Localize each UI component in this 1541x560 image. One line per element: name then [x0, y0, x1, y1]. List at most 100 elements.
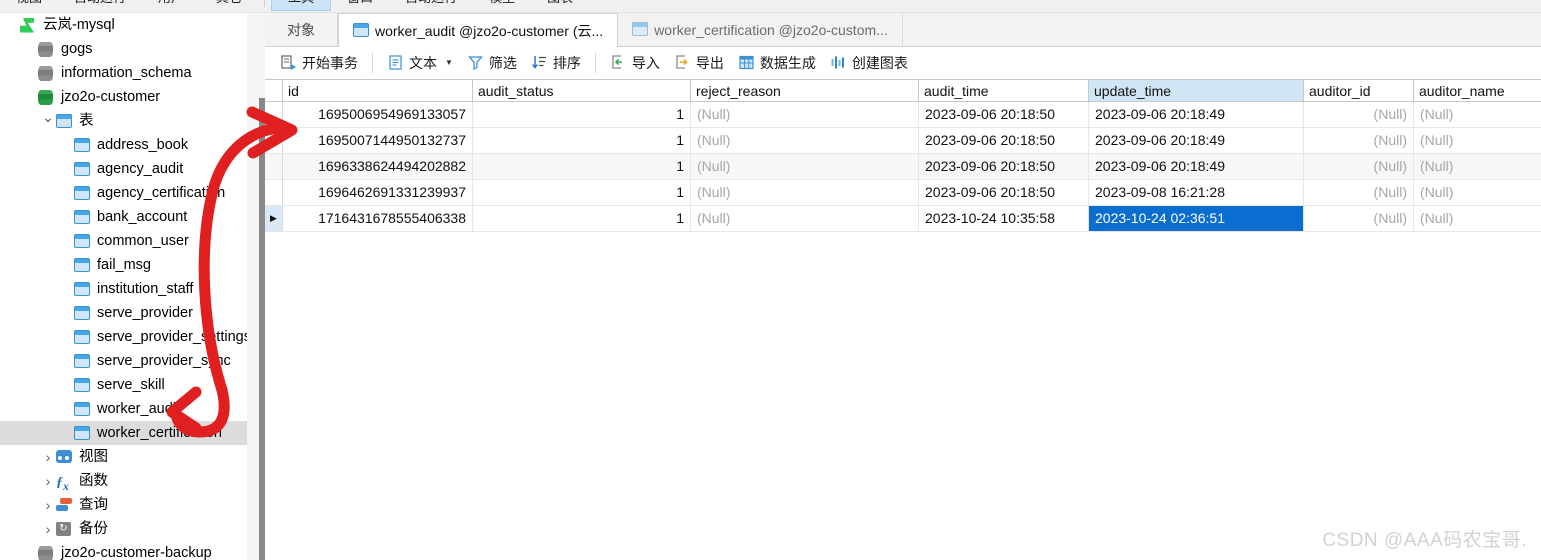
- menu-item-0[interactable]: 视图: [0, 0, 58, 12]
- row-marker[interactable]: [265, 180, 283, 205]
- cell-reject_reason[interactable]: (Null): [691, 128, 919, 153]
- row-marker[interactable]: [265, 154, 283, 179]
- menu-item-2[interactable]: 用户: [142, 0, 200, 12]
- tab-2[interactable]: worker_certification @jzo2o-custom...: [618, 13, 903, 46]
- tree-item-serve_provider_settings[interactable]: serve_provider_settings: [0, 325, 247, 349]
- tree-item-institution_staff[interactable]: institution_staff: [0, 277, 247, 301]
- cell-auditor_name[interactable]: (Null): [1414, 180, 1541, 205]
- cell-auditor_name[interactable]: (Null): [1414, 154, 1541, 179]
- tab-0[interactable]: 对象: [265, 13, 338, 46]
- cell-id[interactable]: 1716431678555406338: [283, 206, 473, 231]
- cell-auditor_id[interactable]: (Null): [1304, 180, 1414, 205]
- tree-item-jzo2o-customer[interactable]: jzo2o-customer: [0, 85, 247, 109]
- tree-item--mysql[interactable]: 云岚-mysql: [0, 13, 247, 37]
- tree-item-jzo2o-customer-backup[interactable]: jzo2o-customer-backup: [0, 541, 247, 560]
- cell-audit_time[interactable]: 2023-09-06 20:18:50: [919, 128, 1089, 153]
- column-header-audit_time[interactable]: audit_time: [919, 80, 1089, 101]
- toolbar-button-create-chart[interactable]: 创建图表: [823, 50, 915, 76]
- chevron-right-icon[interactable]: ›: [40, 474, 56, 488]
- cell-audit_status[interactable]: 1: [473, 128, 691, 153]
- tree-item-gogs[interactable]: gogs: [0, 37, 247, 61]
- toolbar-button-filter[interactable]: 筛选: [460, 50, 524, 76]
- cell-update_time[interactable]: 2023-10-24 02:36:51: [1089, 206, 1304, 231]
- cell-id[interactable]: 1695007144950132737: [283, 128, 473, 153]
- cell-audit_status[interactable]: 1: [473, 102, 691, 127]
- column-header-reject_reason[interactable]: reject_reason: [691, 80, 919, 101]
- tree-item-serve_provider[interactable]: serve_provider: [0, 301, 247, 325]
- cell-audit_time[interactable]: 2023-09-06 20:18:50: [919, 102, 1089, 127]
- row-marker[interactable]: [265, 128, 283, 153]
- cell-auditor_id[interactable]: (Null): [1304, 206, 1414, 231]
- tree-item-fail_msg[interactable]: fail_msg: [0, 253, 247, 277]
- cell-reject_reason[interactable]: (Null): [691, 102, 919, 127]
- cell-update_time[interactable]: 2023-09-08 16:21:28: [1089, 180, 1304, 205]
- cell-id[interactable]: 1696462691331239937: [283, 180, 473, 205]
- tree-item-[interactable]: ⌄ 表: [0, 109, 247, 133]
- data-grid[interactable]: id audit_status reject_reason audit_time upd…: [265, 79, 1541, 232]
- sidebar-scrollbar-track[interactable]: [253, 13, 265, 560]
- table-row[interactable]: 1696338624494202882 1 (Null) 2023-09-06 20:…: [265, 154, 1541, 180]
- cell-reject_reason[interactable]: (Null): [691, 154, 919, 179]
- toolbar-button-export[interactable]: 导出: [667, 50, 731, 76]
- chevron-down-icon[interactable]: ▼: [445, 58, 453, 67]
- cell-audit_status[interactable]: 1: [473, 154, 691, 179]
- cell-id[interactable]: 1696338624494202882: [283, 154, 473, 179]
- table-row[interactable]: 1695006954969133057 1 (Null) 2023-09-06 20:…: [265, 102, 1541, 128]
- column-header-auditor_name[interactable]: auditor_name: [1414, 80, 1541, 101]
- row-marker[interactable]: ▶: [265, 206, 283, 231]
- cell-audit_status[interactable]: 1: [473, 206, 691, 231]
- grid-toolbar[interactable]: 开始事务 文本 ▼ 筛选 排序 导入 导出 数据生成 创建图表: [265, 47, 1541, 79]
- cell-auditor_name[interactable]: (Null): [1414, 128, 1541, 153]
- cell-auditor_id[interactable]: (Null): [1304, 102, 1414, 127]
- toolbar-button-transaction[interactable]: 开始事务: [273, 50, 365, 76]
- tree-item-worker_audit[interactable]: worker_audit: [0, 397, 247, 421]
- cell-update_time[interactable]: 2023-09-06 20:18:49: [1089, 102, 1304, 127]
- menu-item-6[interactable]: 自动运行: [389, 0, 473, 12]
- tree-item-common_user[interactable]: common_user: [0, 229, 247, 253]
- tree-item-agency_certification[interactable]: agency_certification: [0, 181, 247, 205]
- menu-item-3[interactable]: 其它: [200, 0, 258, 12]
- tree-item-information_schema[interactable]: information_schema: [0, 61, 247, 85]
- toolbar-button-data-generate[interactable]: 数据生成: [731, 50, 823, 76]
- tree-item-[interactable]: › 视图: [0, 445, 247, 469]
- cell-auditor_id[interactable]: (Null): [1304, 128, 1414, 153]
- column-header-id[interactable]: id: [283, 80, 473, 101]
- sidebar-splitter[interactable]: [247, 13, 265, 560]
- tree-item-[interactable]: › ƒx 函数: [0, 469, 247, 493]
- chevron-right-icon[interactable]: ›: [40, 522, 56, 536]
- toolbar-button-sort[interactable]: 排序: [524, 50, 588, 76]
- grid-body[interactable]: 1695006954969133057 1 (Null) 2023-09-06 20:…: [265, 102, 1541, 232]
- cell-id[interactable]: 1695006954969133057: [283, 102, 473, 127]
- column-header-update_time[interactable]: update_time: [1089, 80, 1304, 101]
- row-marker[interactable]: [265, 102, 283, 127]
- tree-item-serve_skill[interactable]: serve_skill: [0, 373, 247, 397]
- chevron-right-icon[interactable]: ›: [40, 498, 56, 512]
- tree-item-serve_provider_sync[interactable]: serve_provider_sync: [0, 349, 247, 373]
- cell-reject_reason[interactable]: (Null): [691, 206, 919, 231]
- cell-auditor_id[interactable]: (Null): [1304, 154, 1414, 179]
- menu-item-8[interactable]: 图表: [531, 0, 589, 12]
- cell-auditor_name[interactable]: (Null): [1414, 206, 1541, 231]
- object-tree-sidebar[interactable]: 云岚-mysql gogs information_schema jzo2o-cust…: [0, 13, 247, 560]
- toolbar-button-text[interactable]: 文本 ▼: [380, 50, 460, 76]
- column-header-audit_status[interactable]: audit_status: [473, 80, 691, 101]
- table-row[interactable]: ▶ 1716431678555406338 1 (Null) 2023-10-24 10…: [265, 206, 1541, 232]
- tree-item-agency_audit[interactable]: agency_audit: [0, 157, 247, 181]
- cell-update_time[interactable]: 2023-09-06 20:18:49: [1089, 154, 1304, 179]
- table-row[interactable]: 1696462691331239937 1 (Null) 2023-09-06 20:…: [265, 180, 1541, 206]
- cell-auditor_name[interactable]: (Null): [1414, 102, 1541, 127]
- cell-update_time[interactable]: 2023-09-06 20:18:49: [1089, 128, 1304, 153]
- menu-item-5[interactable]: 窗口: [331, 0, 389, 12]
- tree-item-bank_account[interactable]: bank_account: [0, 205, 247, 229]
- column-header-auditor_id[interactable]: auditor_id: [1304, 80, 1414, 101]
- chevron-down-icon[interactable]: ⌄: [40, 110, 56, 124]
- tree-item-[interactable]: › 查询: [0, 493, 247, 517]
- menu-item-1[interactable]: 自动运行: [58, 0, 142, 12]
- cell-audit_time[interactable]: 2023-10-24 10:35:58: [919, 206, 1089, 231]
- cell-audit_time[interactable]: 2023-09-06 20:18:50: [919, 154, 1089, 179]
- tab-1[interactable]: worker_audit @jzo2o-customer (云...: [338, 13, 619, 47]
- toolbar-button-import[interactable]: 导入: [603, 50, 667, 76]
- tree-item-address_book[interactable]: address_book: [0, 133, 247, 157]
- table-row[interactable]: 1695007144950132737 1 (Null) 2023-09-06 20:…: [265, 128, 1541, 154]
- cell-audit_time[interactable]: 2023-09-06 20:18:50: [919, 180, 1089, 205]
